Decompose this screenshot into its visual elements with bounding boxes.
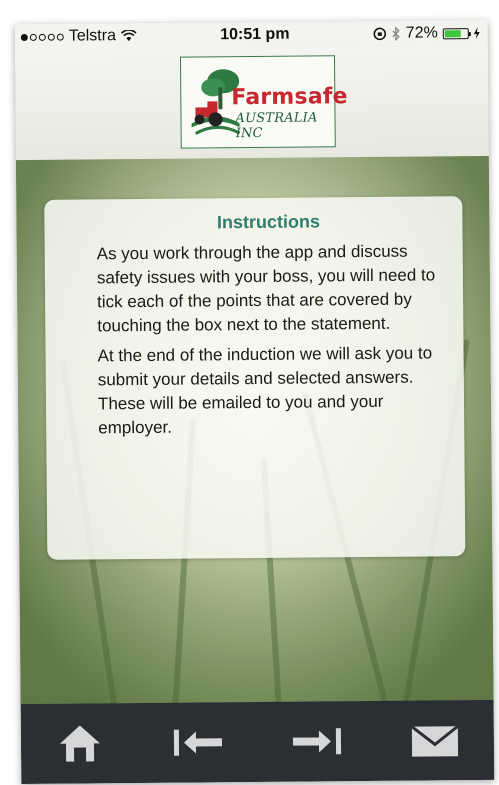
arrow-to-end-icon — [292, 728, 341, 755]
battery-percent: 72% — [405, 24, 438, 42]
logo-subtitle: AUSTRALIA INC — [235, 110, 318, 142]
logo-name: Farmsafe — [231, 84, 348, 111]
instructions-title: Instructions — [216, 211, 321, 233]
signal-dots-icon — [20, 33, 64, 41]
phone-screen: Telstra 10:51 pm 72% Farmsafe AUSTRALIA … — [14, 19, 495, 785]
wifi-icon — [121, 30, 137, 42]
status-bar: Telstra 10:51 pm 72% — [14, 19, 488, 51]
home-icon — [60, 725, 101, 762]
arrow-to-start-icon — [174, 729, 223, 756]
content-area[interactable]: Instructions As you work through the app… — [15, 155, 494, 762]
previous-button[interactable] — [168, 717, 228, 768]
battery-level — [444, 29, 461, 37]
instructions-panel: Instructions As you work through the app… — [44, 196, 466, 560]
bluetooth-icon — [392, 26, 400, 41]
farmsafe-logo: Farmsafe AUSTRALIA INC — [179, 55, 348, 149]
tab-bar — [20, 699, 495, 785]
home-button[interactable] — [50, 718, 110, 769]
charging-icon — [473, 27, 480, 40]
app-header: Farmsafe AUSTRALIA INC — [14, 45, 489, 161]
mail-button[interactable] — [405, 715, 465, 766]
carrier-label: Telstra — [68, 27, 116, 45]
status-time: 10:51 pm — [220, 25, 290, 44]
battery-icon — [442, 27, 469, 39]
instructions-paragraph-1: As you work through the app and discuss … — [96, 241, 436, 336]
next-button[interactable] — [286, 716, 346, 767]
status-bar-right: 72% — [373, 24, 480, 43]
instructions-paragraph-2: At the end of the induction we will ask … — [97, 343, 433, 438]
status-bar-left: Telstra — [20, 27, 137, 46]
envelope-icon — [410, 725, 459, 757]
orientation-lock-icon — [373, 27, 387, 41]
